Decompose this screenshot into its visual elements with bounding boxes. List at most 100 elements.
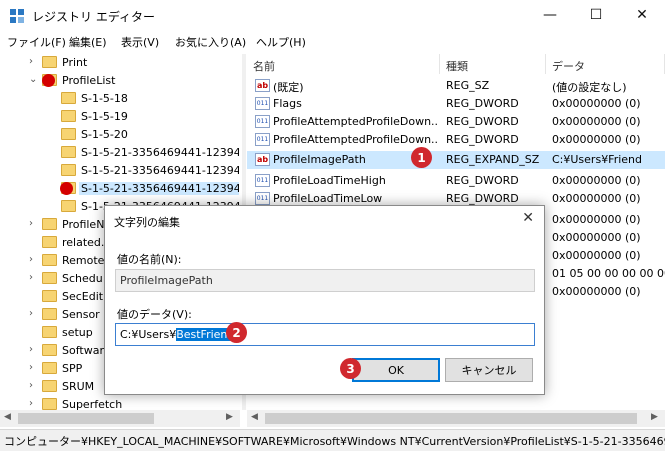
step-badge-3: 3: [340, 358, 361, 379]
tree-horizontal-scrollbar[interactable]: ◀ ▶: [0, 410, 240, 427]
value-row[interactable]: ab (既定) REG_SZ (値の設定なし): [247, 77, 665, 95]
value-data: (値の設定なし): [552, 81, 627, 94]
value-type: REG_DWORD: [446, 97, 519, 110]
value-name: (既定): [273, 81, 304, 94]
expand-arrow-icon[interactable]: ›: [29, 380, 33, 391]
maximize-button[interactable]: ☐: [573, 0, 619, 30]
value-data: 0x00000000 (0): [552, 133, 641, 146]
tree-item-label: ProfileN: [62, 218, 105, 231]
tree-item-label: ProfileList: [62, 74, 116, 87]
value-data: 0x00000000 (0): [552, 174, 641, 187]
binary-value-icon: 011: [255, 192, 270, 205]
expand-arrow-icon[interactable]: ›: [29, 308, 33, 319]
tree-item-label: S-1-5-21-3356469441-12394: [81, 146, 239, 159]
tree-item-label: Schedu: [62, 272, 103, 285]
tree-item-profilelist[interactable]: ⌄ ProfileList: [0, 72, 239, 90]
dialog-close-icon[interactable]: ✕: [522, 210, 534, 226]
maximize-icon: ☐: [589, 7, 603, 23]
column-header-name[interactable]: 名前: [247, 54, 440, 74]
string-value-icon: ab: [255, 79, 270, 92]
folder-icon: [42, 290, 57, 302]
menu-bar: ファイル(F) 編集(E) 表示(V) お気に入り(A) ヘルプ(H): [0, 32, 665, 52]
scrollbar-thumb[interactable]: [18, 413, 154, 424]
menu-file[interactable]: ファイル(F): [7, 34, 66, 50]
expand-arrow-icon[interactable]: ›: [29, 344, 33, 355]
tree-item-sid[interactable]: S-1-5-20: [0, 126, 239, 144]
expand-arrow-icon[interactable]: ›: [29, 218, 33, 229]
folder-icon: [42, 308, 57, 320]
value-name: ProfileAttemptedProfileDown...: [273, 115, 438, 128]
column-header-data[interactable]: データ: [546, 54, 665, 74]
tree-item-label: SPP: [62, 362, 83, 375]
tree-item-label: S-1-5-20: [81, 128, 128, 141]
value-row[interactable]: 011 ProfileAttemptedProfileDown... REG_D…: [247, 113, 665, 131]
tree-item-label: Softwar: [62, 344, 104, 357]
tree-item-label: Print: [62, 56, 88, 69]
menu-help[interactable]: ヘルプ(H): [256, 34, 306, 50]
binary-value-icon: 011: [255, 133, 270, 146]
collapse-arrow-icon[interactable]: ⌄: [29, 74, 37, 85]
value-data: 0x00000000 (0): [552, 115, 641, 128]
minimize-button[interactable]: —: [527, 0, 573, 30]
value-data: 0x00000000 (0): [552, 285, 641, 298]
tree-item-sid[interactable]: S-1-5-18: [0, 90, 239, 108]
dialog-title: 文字列の編集: [114, 216, 180, 229]
expand-arrow-icon[interactable]: ›: [29, 254, 33, 265]
menu-view[interactable]: 表示(V): [121, 34, 159, 50]
folder-icon: [61, 200, 76, 212]
tree-item-print[interactable]: › Print: [0, 54, 239, 72]
cancel-button[interactable]: キャンセル: [445, 358, 533, 382]
value-row-selected[interactable]: ab ProfileImagePath REG_EXPAND_SZ C:¥Use…: [247, 151, 665, 169]
scroll-left-icon[interactable]: ◀: [4, 412, 11, 422]
folder-icon: [61, 110, 76, 122]
close-button[interactable]: ✕: [619, 0, 665, 30]
column-header-type[interactable]: 種類: [440, 54, 546, 74]
tree-item-label: setup: [62, 326, 93, 339]
step-badge-1: 1: [411, 147, 432, 168]
tree-item-sid[interactable]: S-1-5-21-3356469441-12394: [0, 162, 239, 180]
tree-item-sid[interactable]: S-1-5-19: [0, 108, 239, 126]
tree-item-sid[interactable]: S-1-5-21-3356469441-12394: [0, 144, 239, 162]
value-name-field[interactable]: ProfileImagePath: [115, 269, 535, 292]
folder-icon: [61, 92, 76, 104]
scrollbar-thumb[interactable]: [265, 413, 637, 424]
value-type: REG_DWORD: [446, 133, 519, 146]
value-type: REG_DWORD: [446, 192, 519, 205]
tree-item-label: Remote: [62, 254, 105, 267]
menu-favorites[interactable]: お気に入り(A): [175, 34, 246, 50]
value-data: 0x00000000 (0): [552, 192, 641, 205]
edit-string-dialog: 文字列の編集 ✕ 値の名前(N): ProfileImagePath 値のデータ…: [104, 205, 545, 395]
list-horizontal-scrollbar[interactable]: ◀ ▶: [247, 410, 665, 427]
value-row[interactable]: 011 ProfileLoadTimeHigh REG_DWORD 0x0000…: [247, 172, 665, 190]
value-data: 0x00000000 (0): [552, 213, 641, 226]
menu-edit[interactable]: 編集(E): [69, 34, 107, 50]
value-data-input[interactable]: C:¥Users¥BestFriend: [115, 323, 535, 346]
value-row[interactable]: 011 ProfileAttemptedProfileDown... REG_D…: [247, 131, 665, 149]
value-name: ProfileLoadTimeHigh: [273, 174, 386, 187]
value-row[interactable]: 011 Flags REG_DWORD 0x00000000 (0): [247, 95, 665, 113]
scroll-left-icon[interactable]: ◀: [251, 412, 258, 422]
tree-item-sid-selected[interactable]: S-1-5-21-3356469441-12394: [0, 180, 239, 198]
value-data: 0x00000000 (0): [552, 97, 641, 110]
expand-arrow-icon[interactable]: ›: [29, 398, 33, 409]
tree-item-label: SRUM: [62, 380, 95, 393]
scroll-right-icon[interactable]: ▶: [226, 412, 233, 422]
tree-item-superfetch[interactable]: › Superfetch: [0, 396, 239, 410]
ok-button[interactable]: OK: [352, 358, 440, 382]
red-dot-marker: [42, 74, 55, 87]
binary-value-icon: 011: [255, 97, 270, 110]
folder-icon: [42, 344, 57, 356]
folder-icon: [42, 56, 57, 68]
folder-icon: [61, 146, 76, 158]
binary-value-icon: 011: [255, 174, 270, 187]
folder-icon: [42, 272, 57, 284]
value-type: REG_EXPAND_SZ: [446, 153, 540, 166]
expand-arrow-icon[interactable]: ›: [29, 56, 33, 67]
value-data: 01 05 00 00 00 00 00 0: [552, 267, 665, 280]
step-badge-2: 2: [226, 322, 247, 343]
folder-icon: [61, 164, 76, 176]
expand-arrow-icon[interactable]: ›: [29, 272, 33, 283]
scroll-right-icon[interactable]: ▶: [651, 412, 658, 422]
tree-item-label: S-1-5-21-3356469441-12394: [79, 182, 239, 195]
expand-arrow-icon[interactable]: ›: [29, 362, 33, 373]
